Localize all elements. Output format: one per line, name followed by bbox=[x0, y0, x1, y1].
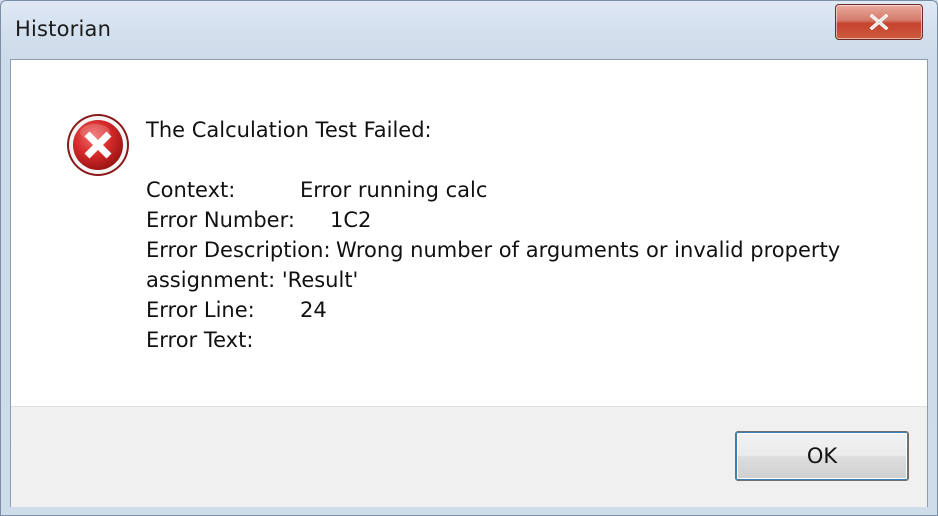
close-button[interactable] bbox=[835, 4, 923, 40]
dialog-client-area: The Calculation Test Failed: Context: Er… bbox=[10, 59, 928, 507]
field-value: assignment: 'Result' bbox=[146, 268, 359, 292]
field-value: 1C2 bbox=[330, 208, 372, 232]
field-label: Error Number: bbox=[146, 208, 295, 232]
title-bar[interactable]: Historian bbox=[1, 1, 937, 59]
window-title: Historian bbox=[15, 17, 112, 41]
field-value: Error running calc bbox=[300, 178, 488, 202]
field-label: Error Description: bbox=[146, 238, 331, 262]
field-label: Error Line: bbox=[146, 298, 255, 322]
ok-button[interactable]: OK bbox=[735, 431, 909, 481]
field-value: Wrong number of arguments or invalid pro… bbox=[336, 238, 841, 262]
error-icon bbox=[67, 114, 129, 176]
dialog-window: Historian The Calculation Test Failed: C… bbox=[0, 0, 938, 516]
error-heading: The Calculation Test Failed: bbox=[146, 118, 432, 142]
close-icon bbox=[869, 14, 889, 30]
message-area: The Calculation Test Failed: Context: Er… bbox=[11, 60, 927, 406]
field-value: 24 bbox=[300, 298, 327, 322]
field-label: Context: bbox=[146, 178, 236, 202]
field-label: Error Text: bbox=[146, 328, 254, 352]
